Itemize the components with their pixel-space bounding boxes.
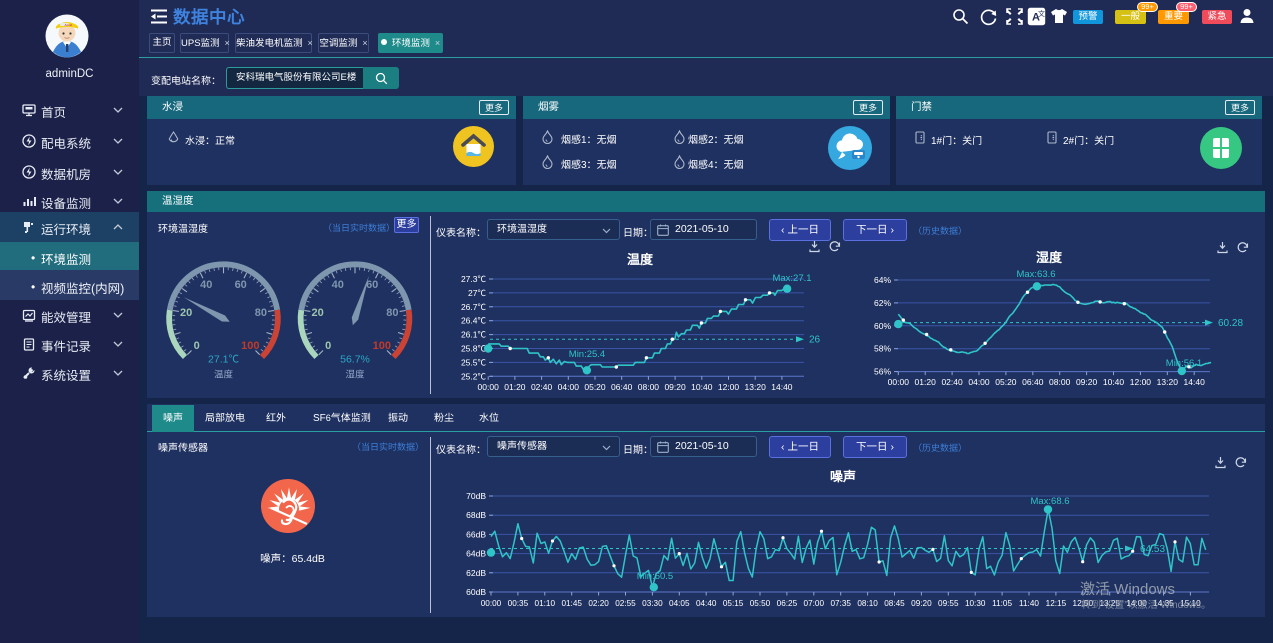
svg-text:27℃: 27℃	[468, 288, 486, 298]
svg-text:05:50: 05:50	[750, 599, 771, 608]
svg-text:04:05: 04:05	[669, 599, 690, 608]
svg-text:68dB: 68dB	[466, 510, 486, 520]
svg-text:08:00: 08:00	[638, 382, 660, 392]
svg-text:14:40: 14:40	[771, 382, 793, 392]
svg-text:56.7%: 56.7%	[340, 354, 370, 366]
svg-text:25.8℃: 25.8℃	[461, 344, 487, 354]
svg-text:00:00: 00:00	[478, 382, 500, 392]
svg-text:25.5℃: 25.5℃	[461, 357, 487, 367]
svg-text:09:20: 09:20	[1076, 377, 1098, 387]
svg-text:64%: 64%	[874, 275, 891, 285]
svg-text:00:00: 00:00	[888, 377, 910, 387]
svg-text:56%: 56%	[874, 367, 891, 377]
svg-text:01:20: 01:20	[915, 377, 937, 387]
svg-text:09:55: 09:55	[938, 599, 959, 608]
svg-text:08:00: 08:00	[1049, 377, 1071, 387]
svg-text:03:30: 03:30	[642, 599, 663, 608]
svg-text:04:40: 04:40	[696, 599, 717, 608]
svg-text:26: 26	[809, 335, 821, 346]
svg-text:温度: 温度	[214, 369, 234, 381]
svg-text:64dB: 64dB	[466, 549, 486, 559]
svg-text:Max:27.1: Max:27.1	[772, 273, 811, 284]
svg-text:100: 100	[373, 340, 391, 352]
svg-text:Min:25.4: Min:25.4	[569, 349, 605, 360]
svg-text:0: 0	[325, 340, 331, 352]
svg-text:11:40: 11:40	[1019, 599, 1039, 608]
svg-text:40: 40	[200, 279, 212, 291]
svg-text:70dB: 70dB	[466, 491, 486, 501]
svg-text:20: 20	[311, 307, 323, 319]
svg-text:Max:63.6: Max:63.6	[1016, 269, 1055, 280]
svg-text:01:45: 01:45	[561, 599, 582, 608]
svg-text:80: 80	[386, 307, 398, 319]
svg-text:26.1℃: 26.1℃	[461, 330, 487, 340]
svg-text:26.4℃: 26.4℃	[461, 316, 487, 326]
svg-text:60: 60	[235, 279, 247, 291]
svg-text:25.2℃: 25.2℃	[461, 371, 487, 381]
svg-text:58%: 58%	[874, 344, 891, 354]
svg-text:02:40: 02:40	[941, 377, 963, 387]
svg-text:02:55: 02:55	[615, 599, 636, 608]
svg-text:01:20: 01:20	[504, 382, 526, 392]
svg-text:27.1℃: 27.1℃	[208, 354, 239, 366]
svg-text:60%: 60%	[874, 321, 891, 331]
svg-text:40: 40	[332, 279, 344, 291]
svg-text:06:40: 06:40	[1022, 377, 1044, 387]
svg-text:0: 0	[194, 340, 200, 352]
svg-text:04:00: 04:00	[968, 377, 990, 387]
svg-text:11:05: 11:05	[992, 599, 1012, 608]
svg-text:Min:56.1: Min:56.1	[1166, 358, 1202, 369]
svg-text:60dB: 60dB	[466, 587, 486, 597]
svg-text:12:15: 12:15	[1046, 599, 1067, 608]
svg-text:05:20: 05:20	[584, 382, 606, 392]
svg-text:10:40: 10:40	[1103, 377, 1125, 387]
svg-text:05:20: 05:20	[995, 377, 1017, 387]
svg-text:07:00: 07:00	[804, 599, 825, 608]
svg-text:12:00: 12:00	[1130, 377, 1152, 387]
svg-text:04:00: 04:00	[558, 382, 580, 392]
svg-text:62%: 62%	[874, 298, 891, 308]
svg-text:08:10: 08:10	[857, 599, 878, 608]
svg-text:27.3℃: 27.3℃	[461, 274, 487, 284]
svg-text:02:20: 02:20	[588, 599, 609, 608]
svg-text:09:20: 09:20	[664, 382, 686, 392]
svg-text:00:35: 00:35	[508, 599, 529, 608]
svg-text:26.7℃: 26.7℃	[461, 302, 487, 312]
svg-text:100: 100	[241, 340, 259, 352]
svg-text:10:40: 10:40	[691, 382, 713, 392]
svg-text:80: 80	[255, 307, 267, 319]
svg-text:13:20: 13:20	[1157, 377, 1179, 387]
svg-text:20: 20	[180, 307, 192, 319]
svg-text:62dB: 62dB	[466, 568, 486, 578]
svg-text:Max:68.6: Max:68.6	[1030, 496, 1069, 507]
svg-text:12:00: 12:00	[718, 382, 740, 392]
svg-text:66dB: 66dB	[466, 529, 486, 539]
svg-text:10:30: 10:30	[965, 599, 986, 608]
svg-text:14:40: 14:40	[1184, 377, 1206, 387]
svg-text:06:40: 06:40	[611, 382, 633, 392]
svg-text:07:35: 07:35	[830, 599, 851, 608]
svg-text:60: 60	[366, 279, 378, 291]
svg-text:00:00: 00:00	[481, 599, 502, 608]
svg-text:60.28: 60.28	[1218, 318, 1243, 329]
svg-text:湿度: 湿度	[345, 369, 365, 381]
svg-text:01:10: 01:10	[535, 599, 556, 608]
svg-text:05:15: 05:15	[723, 599, 744, 608]
svg-text:06:25: 06:25	[777, 599, 798, 608]
svg-text:13:20: 13:20	[745, 382, 767, 392]
svg-text:08:45: 08:45	[884, 599, 905, 608]
svg-text:Min:60.5: Min:60.5	[637, 571, 673, 582]
svg-text:02:40: 02:40	[531, 382, 553, 392]
svg-text:09:20: 09:20	[911, 599, 932, 608]
